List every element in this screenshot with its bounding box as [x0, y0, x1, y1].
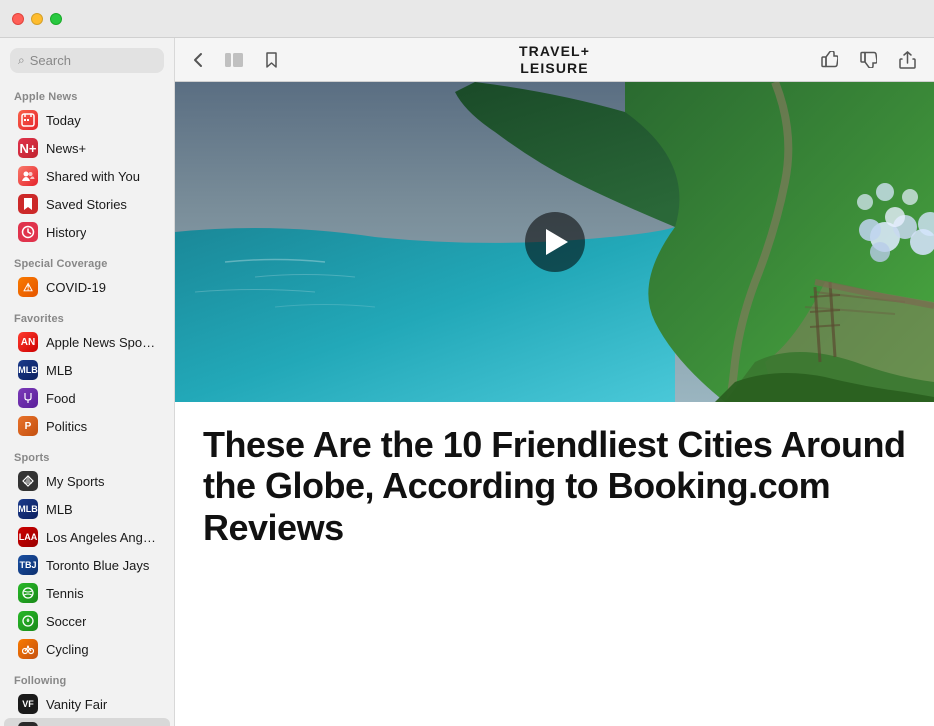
sidebar-item-covid[interactable]: ⚠ COVID-19: [4, 273, 170, 301]
covid-icon: ⚠: [18, 277, 38, 297]
sidebar-item-covid-label: COVID-19: [46, 280, 106, 295]
close-button[interactable]: [12, 13, 24, 25]
bluejays-icon: TBJ: [18, 555, 38, 575]
sidebar-item-history-label: History: [46, 225, 86, 240]
sidebar-item-mlb-sports-label: MLB: [46, 502, 73, 517]
thumbup-button[interactable]: [817, 47, 842, 72]
mlb-sports-icon: MLB: [18, 499, 38, 519]
search-container: ⌕ Search: [0, 38, 174, 81]
sidebar-item-today[interactable]: Today: [4, 106, 170, 134]
section-sports: Sports My Sports MLB MLB LAA Los Angeles…: [0, 442, 174, 665]
back-button[interactable]: [189, 48, 207, 72]
shared-icon: [18, 166, 38, 186]
sidebar-item-shared-label: Shared with You: [46, 169, 140, 184]
article-body: These Are the 10 Friendliest Cities Arou…: [175, 402, 934, 588]
publication-title: Travel+Leisure: [519, 43, 590, 77]
sidebar-item-angels-label: Los Angeles Angels: [46, 530, 156, 545]
sidebar-item-soccer[interactable]: Soccer: [4, 607, 170, 635]
sidebar-item-bluejays-label: Toronto Blue Jays: [46, 558, 149, 573]
article-title: These Are the 10 Friendliest Cities Arou…: [203, 424, 906, 548]
section-header-favorites: Favorites: [0, 309, 174, 328]
sidebar-item-mysports-label: My Sports: [46, 474, 105, 489]
today-icon: [18, 110, 38, 130]
maximize-button[interactable]: [50, 13, 62, 25]
sidebar-item-newsplus[interactable]: N+ News+: [4, 134, 170, 162]
mlb-fav-icon: MLB: [18, 360, 38, 380]
search-placeholder: Search: [30, 53, 71, 68]
sidebar-item-spotlight-label: Apple News Spotlight: [46, 335, 156, 350]
section-apple-news: Apple News Today N+ News+ Shared with Yo…: [0, 81, 174, 248]
content-area: Travel+Leisure: [175, 38, 934, 726]
sidebar-item-angels[interactable]: LAA Los Angeles Angels: [4, 523, 170, 551]
saved-icon: [18, 194, 38, 214]
section-header-following: Following: [0, 671, 174, 690]
minimize-button[interactable]: [31, 13, 43, 25]
soccer-icon: [18, 611, 38, 631]
sidebar-item-mlb-sports[interactable]: MLB MLB: [4, 495, 170, 523]
sidebar-item-spotlight[interactable]: AN Apple News Spotlight: [4, 328, 170, 356]
share-button[interactable]: [895, 47, 920, 73]
traffic-lights: [12, 13, 62, 25]
sidebar-item-bluejays[interactable]: TBJ Toronto Blue Jays: [4, 551, 170, 579]
play-button[interactable]: [525, 212, 585, 272]
sidebar-item-food-label: Food: [46, 391, 76, 406]
app-container: ⌕ Search Apple News Today N+ News+ Sha: [0, 38, 934, 726]
traveleisure-icon: T+L: [18, 722, 38, 726]
politics-icon: P: [18, 416, 38, 436]
sidebar-item-food[interactable]: Food: [4, 384, 170, 412]
sidebar-item-today-label: Today: [46, 113, 81, 128]
newsplus-icon: N+: [18, 138, 38, 158]
section-header-sports: Sports: [0, 448, 174, 467]
sidebar-item-history[interactable]: History: [4, 218, 170, 246]
spotlight-icon: AN: [18, 332, 38, 352]
sidebar-item-saved-label: Saved Stories: [46, 197, 127, 212]
sidebar-item-saved[interactable]: Saved Stories: [4, 190, 170, 218]
toolbar-left: [189, 48, 433, 72]
sidebar-toggle-button[interactable]: [221, 49, 247, 71]
sidebar-item-newsplus-label: News+: [46, 141, 86, 156]
sidebar-item-soccer-label: Soccer: [46, 614, 86, 629]
play-icon: [546, 229, 568, 255]
mysports-icon: [18, 471, 38, 491]
sidebar-item-vanityfair[interactable]: VF Vanity Fair: [4, 690, 170, 718]
cycling-icon: [18, 639, 38, 659]
angels-icon: LAA: [18, 527, 38, 547]
sidebar-item-politics-label: Politics: [46, 419, 87, 434]
sidebar: ⌕ Search Apple News Today N+ News+ Sha: [0, 38, 175, 726]
toolbar-right: [676, 47, 920, 73]
section-favorites: Favorites AN Apple News Spotlight MLB ML…: [0, 303, 174, 442]
search-icon: ⌕: [18, 53, 25, 68]
sidebar-item-traveleisure[interactable]: T+L Travel + Leisure: [4, 718, 170, 726]
title-bar: [0, 0, 934, 38]
toolbar: Travel+Leisure: [175, 38, 934, 82]
bookmark-button[interactable]: [261, 48, 282, 72]
sidebar-item-mlb-fav[interactable]: MLB MLB: [4, 356, 170, 384]
sidebar-item-tennis[interactable]: Tennis: [4, 579, 170, 607]
article-content[interactable]: These Are the 10 Friendliest Cities Arou…: [175, 82, 934, 726]
food-icon: [18, 388, 38, 408]
sidebar-item-vanityfair-label: Vanity Fair: [46, 697, 107, 712]
toolbar-center: Travel+Leisure: [433, 43, 677, 77]
sidebar-item-mlb-fav-label: MLB: [46, 363, 73, 378]
history-icon: [18, 222, 38, 242]
thumbdown-button[interactable]: [856, 47, 881, 72]
sidebar-item-mysports[interactable]: My Sports: [4, 467, 170, 495]
section-header-apple-news: Apple News: [0, 87, 174, 106]
section-header-special: Special Coverage: [0, 254, 174, 273]
article-hero: [175, 82, 934, 402]
section-following: Following VF Vanity Fair T+L Travel + Le…: [0, 665, 174, 726]
section-special-coverage: Special Coverage ⚠ COVID-19: [0, 248, 174, 303]
sidebar-item-cycling[interactable]: Cycling: [4, 635, 170, 663]
sidebar-item-politics[interactable]: P Politics: [4, 412, 170, 440]
tennis-icon: [18, 583, 38, 603]
search-box[interactable]: ⌕ Search: [10, 48, 164, 73]
sidebar-item-shared[interactable]: Shared with You: [4, 162, 170, 190]
sidebar-item-cycling-label: Cycling: [46, 642, 89, 657]
sidebar-item-tennis-label: Tennis: [46, 586, 84, 601]
vanityfair-icon: VF: [18, 694, 38, 714]
